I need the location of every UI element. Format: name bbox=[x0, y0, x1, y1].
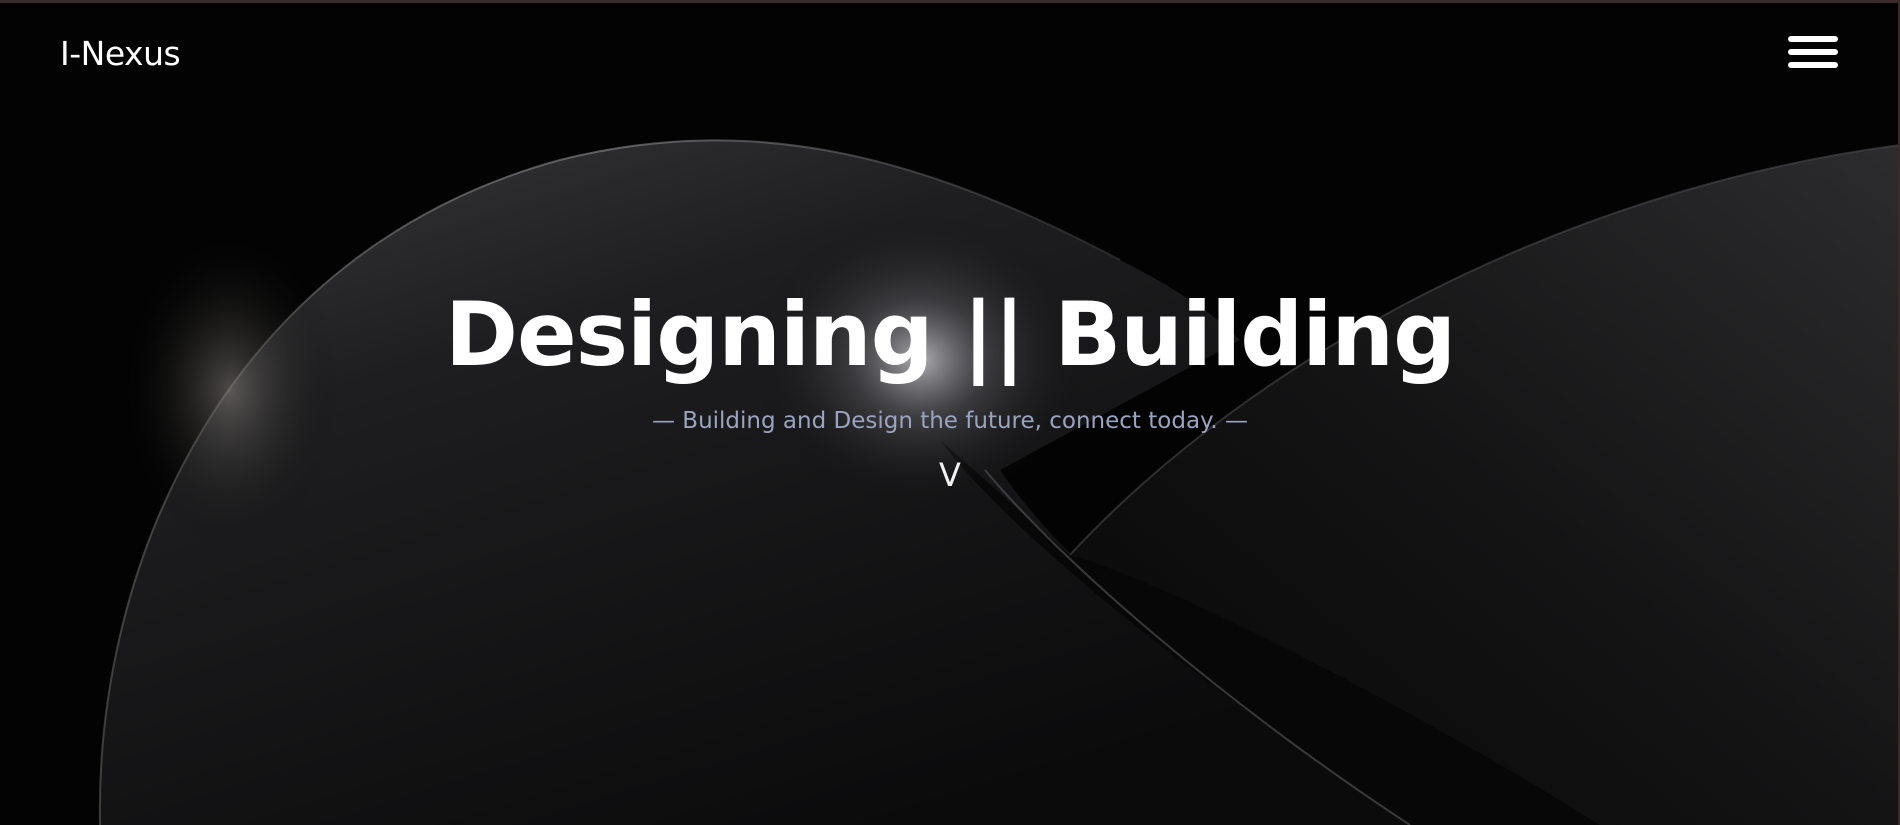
brand-logo[interactable]: I-Nexus bbox=[60, 34, 181, 73]
menu-bar-bottom bbox=[1788, 62, 1838, 68]
hamburger-menu-icon[interactable] bbox=[1788, 36, 1838, 74]
hero-title: Designing || Building bbox=[444, 283, 1456, 386]
hero-section: Designing || Building — Building and Des… bbox=[0, 280, 1900, 494]
scroll-down-indicator[interactable]: V bbox=[939, 456, 961, 494]
hero-subtitle: — Building and Design the future, connec… bbox=[651, 408, 1248, 434]
menu-bar-top bbox=[1788, 36, 1838, 42]
menu-bar-middle bbox=[1788, 49, 1838, 55]
navbar: I-Nexus bbox=[0, 0, 1900, 115]
